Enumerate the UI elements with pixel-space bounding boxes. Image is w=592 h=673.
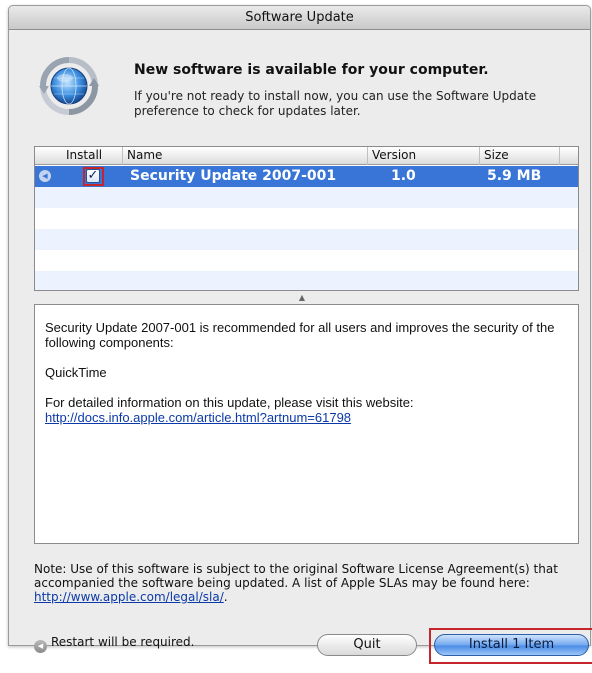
empty-row xyxy=(35,271,578,290)
column-header-name[interactable]: Name xyxy=(123,147,368,165)
update-name: Security Update 2007-001 xyxy=(130,168,337,184)
column-header-size[interactable]: Size xyxy=(480,147,560,165)
license-note-end: . xyxy=(223,590,228,604)
disclosure-triangle-icon[interactable]: ◀ xyxy=(39,170,51,182)
restart-icon: ◀ xyxy=(34,640,47,653)
software-update-window: Software Update New software is availabl… xyxy=(8,5,592,664)
license-note: Note: Use of this software is subject to… xyxy=(34,562,574,604)
table-header: Install Name Version Size xyxy=(35,147,578,165)
update-version: 1.0 xyxy=(391,168,416,184)
empty-row xyxy=(35,229,578,250)
license-note-text: Note: Use of this software is subject to… xyxy=(34,562,558,590)
description-intro: Security Update 2007-001 is recommended … xyxy=(45,320,555,350)
empty-row xyxy=(35,250,578,271)
install-button[interactable]: Install 1 Item xyxy=(434,634,589,656)
install-checkbox[interactable]: ✓ xyxy=(86,169,100,183)
empty-row xyxy=(35,187,578,208)
quit-button[interactable]: Quit xyxy=(317,634,417,656)
empty-row xyxy=(35,208,578,229)
column-header-version[interactable]: Version xyxy=(368,147,480,165)
window-title: Software Update xyxy=(9,6,590,30)
restart-text: Restart will be required. xyxy=(51,635,195,649)
article-link[interactable]: http://docs.info.apple.com/article.html?… xyxy=(45,410,351,425)
updates-table: Install Name Version Size ◀ ✓ Security U… xyxy=(34,146,579,291)
component-name: QuickTime xyxy=(45,365,107,380)
update-description: Security Update 2007-001 is recommended … xyxy=(34,304,579,544)
headline: New software is available for your compu… xyxy=(134,62,489,78)
update-size: 5.9 MB xyxy=(487,168,542,184)
software-update-globe-icon xyxy=(39,56,99,116)
more-info-text: For detailed information on this update,… xyxy=(45,395,414,410)
table-row[interactable]: ◀ ✓ Security Update 2007-001 1.0 5.9 MB xyxy=(35,166,578,187)
subtext: If you're not ready to install now, you … xyxy=(134,89,537,118)
split-view-handle[interactable]: ▲ xyxy=(292,291,312,303)
sla-link[interactable]: http://www.apple.com/legal/sla/ xyxy=(34,590,224,604)
column-header-install[interactable]: Install xyxy=(35,147,123,165)
restart-notice: ◀ Restart will be required. xyxy=(34,635,194,653)
column-header-corner xyxy=(560,147,578,165)
